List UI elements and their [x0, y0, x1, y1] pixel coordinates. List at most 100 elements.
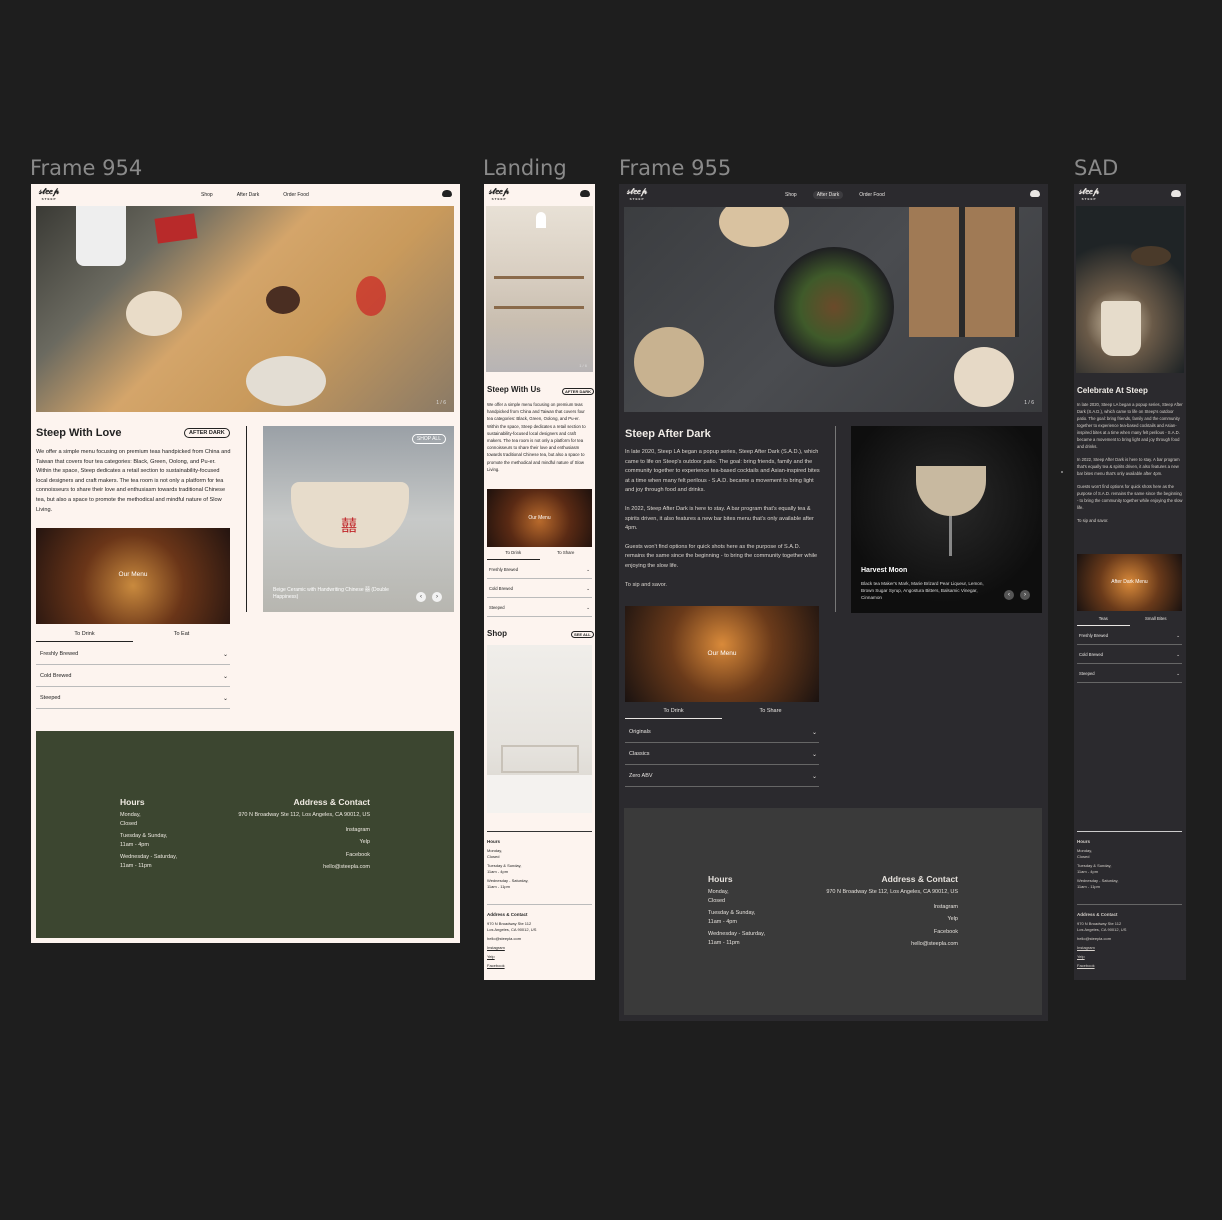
steep-logo[interactable]: 𝓈𝓉𝑒𝑒𝓅 STEEP [489, 187, 509, 203]
vertical-divider [246, 426, 247, 612]
instagram-link[interactable]: Instagram [1077, 945, 1182, 951]
footer-hours: Hours Monday, Closed Tuesday & Sunday, 11a… [1077, 839, 1182, 890]
accordion-steeped[interactable]: Steeped ⌄ [487, 605, 592, 617]
nav-order-food[interactable]: Order Food [855, 191, 889, 199]
hours-title: Hours [120, 797, 145, 807]
carousel-next-button[interactable]: › [432, 592, 442, 602]
accordion-zero-abv[interactable]: Zero ABV ⌄ [625, 773, 819, 787]
frame-955: 𝓈𝓉𝑒𝑒𝓅 STEEP Shop After Dark Order Food 1 … [619, 184, 1048, 1021]
drink-name: Harvest Moon [861, 567, 908, 574]
email-link[interactable]: hello@steepla.com [487, 936, 592, 942]
bowl-shape [719, 207, 789, 247]
facebook-link[interactable]: Facebook [238, 849, 370, 862]
our-menu-card[interactable]: Our Menu [487, 489, 592, 547]
coupe-glass-shape [916, 466, 986, 516]
accordion-freshly-brewed[interactable]: Freshly Brewed ⌄ [1077, 633, 1182, 645]
frame-label-955[interactable]: Frame 955 [619, 156, 731, 180]
our-menu-label: Our Menu [118, 571, 148, 578]
see-all-button[interactable]: SEE ALL [571, 631, 594, 638]
section-title: Celebrate At Steep [1077, 386, 1148, 395]
logo-word: STEEP [491, 197, 507, 201]
yelp-link[interactable]: Yelp [487, 954, 592, 960]
accordion-cold-brewed[interactable]: Cold Brewed ⌄ [487, 586, 592, 598]
facebook-link[interactable]: Facebook [487, 963, 592, 969]
drink-carousel: Harvest Moon Black tea Maker's Mark, Mar… [851, 426, 1042, 613]
tab-to-eat[interactable]: To Eat [133, 631, 230, 642]
accordion-originals[interactable]: Originals ⌄ [625, 729, 819, 743]
top-nav: 𝓈𝓉𝑒𝑒𝓅 STEEP [484, 184, 595, 206]
carousel-prev-button[interactable]: ‹ [1004, 590, 1014, 600]
yelp-link[interactable]: Yelp [238, 836, 370, 849]
teapot-cart-icon[interactable] [1171, 190, 1181, 197]
carousel-prev-button[interactable]: ‹ [416, 592, 426, 602]
logo-word: STEEP [1081, 197, 1097, 201]
nav-shop[interactable]: Shop [197, 191, 217, 199]
facebook-link[interactable]: Facebook [826, 926, 958, 939]
after-dark-pill[interactable]: AFTER DARK [184, 428, 230, 438]
accordion-label: Freshly Brewed [1079, 633, 1109, 638]
accordion-freshly-brewed[interactable]: Freshly Brewed ⌄ [36, 651, 230, 665]
frame-label-954[interactable]: Frame 954 [30, 156, 142, 180]
email-link[interactable]: hello@steepla.com [1077, 936, 1182, 942]
our-menu-label: Our Menu [528, 515, 551, 521]
hours-title: Hours [1077, 839, 1091, 844]
tab-to-share[interactable]: To Share [722, 708, 819, 719]
yelp-link[interactable]: Yelp [826, 913, 958, 926]
shop-all-button[interactable]: SHOP ALL [411, 434, 446, 444]
steep-logo[interactable]: 𝓈𝓉𝑒𝑒𝓅 STEEP [627, 187, 647, 203]
tab-to-drink[interactable]: To Drink [36, 631, 133, 642]
accordion-cold-brewed[interactable]: Cold Brewed ⌄ [36, 673, 230, 687]
instagram-link[interactable]: Instagram [826, 901, 958, 914]
teapot-cart-icon[interactable] [580, 190, 590, 197]
tab-to-drink[interactable]: To Drink [625, 708, 722, 719]
nav-after-dark[interactable]: After Dark [233, 191, 264, 199]
drink-description: Black tea Maker's Mark, Marie Brizard Pe… [861, 581, 984, 600]
section-title: Steep After Dark [625, 428, 711, 440]
slide-counter: 1 / 6 [1024, 400, 1034, 406]
kettle-shape [76, 206, 126, 266]
after-dark-menu-card[interactable]: After Dark Menu [1077, 554, 1182, 611]
after-dark-pill[interactable]: AFTER DARK [562, 388, 594, 395]
product-carousel: 囍 SHOP ALL Beige Ceramic with Handwritin… [263, 426, 454, 612]
instagram-link[interactable]: Instagram [487, 945, 592, 951]
footer-divider [1077, 904, 1182, 905]
accordion-cold-brewed[interactable]: Cold Brewed ⌄ [1077, 652, 1182, 664]
tab-to-share[interactable]: To Share [540, 550, 593, 560]
accordion-freshly-brewed[interactable]: Freshly Brewed ⌄ [487, 567, 592, 579]
steep-logo[interactable]: 𝓈𝓉𝑒𝑒𝓅 STEEP [39, 187, 59, 203]
our-menu-card[interactable]: Our Menu [625, 606, 819, 702]
frame-landing: 𝓈𝓉𝑒𝑒𝓅 STEEP 1 / 6 Steep With Us AFTER DAR… [484, 184, 595, 980]
chevron-down-icon: ⌄ [1176, 633, 1180, 638]
nav-shop[interactable]: Shop [781, 191, 801, 199]
yelp-link[interactable]: Yelp [1077, 954, 1182, 960]
frame-sad: 𝓈𝓉𝑒𝑒𝓅 STEEP Celebrate At Steep In late 20… [1074, 184, 1186, 980]
nav-order-food[interactable]: Order Food [279, 191, 313, 199]
accordion-steeped[interactable]: Steeped ⌄ [36, 695, 230, 709]
instagram-link[interactable]: Instagram [238, 824, 370, 837]
pendant-lamp-shape [536, 212, 546, 228]
email-link[interactable]: hello@steepla.com [826, 938, 958, 951]
nav-after-dark[interactable]: After Dark [812, 191, 844, 199]
our-menu-card[interactable]: Our Menu [36, 528, 230, 624]
accordion-classics[interactable]: Classics ⌄ [625, 751, 819, 765]
shop-title: Shop [487, 629, 507, 638]
teapot-cart-icon[interactable] [1030, 190, 1040, 197]
facebook-link[interactable]: Facebook [1077, 963, 1182, 969]
cocktail-shape [954, 347, 1014, 407]
address-text: 970 N Broadway Ste 112, Los Angeles, CA … [826, 889, 958, 895]
vertical-divider [835, 426, 836, 612]
steep-logo[interactable]: 𝓈𝓉𝑒𝑒𝓅 STEEP [1079, 187, 1099, 203]
email-link[interactable]: hello@steepla.com [238, 861, 370, 874]
teapot-cart-icon[interactable] [442, 190, 452, 197]
tab-small-bites[interactable]: Small Bites [1130, 616, 1183, 626]
tab-teas[interactable]: Teas [1077, 616, 1130, 626]
tray-shape [909, 207, 1019, 337]
tab-to-drink[interactable]: To Drink [487, 550, 540, 560]
accordion-steeped[interactable]: Steeped ⌄ [1077, 671, 1182, 683]
frame-label-sad[interactable]: SAD [1074, 156, 1118, 180]
counter-shape [487, 775, 592, 813]
frame-label-landing[interactable]: Landing [483, 156, 567, 180]
accordion-label: Steeped [489, 605, 505, 610]
footer-panel: Hours Monday, Closed Tuesday & Sunday, 11a… [624, 808, 1042, 1015]
carousel-next-button[interactable]: › [1020, 590, 1030, 600]
